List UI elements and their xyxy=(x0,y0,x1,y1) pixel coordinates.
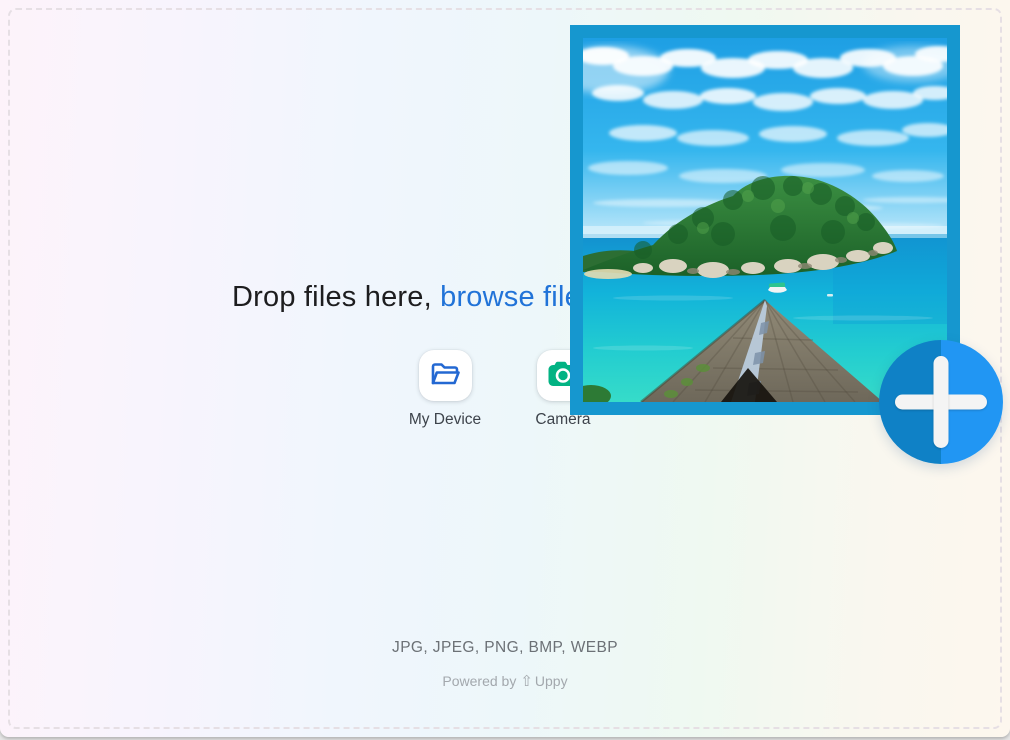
my-device-label: My Device xyxy=(409,411,481,429)
source-my-device: My Device xyxy=(390,350,500,429)
folder-icon xyxy=(428,360,462,391)
file-uploader-dropzone[interactable]: Drop files here, browse files My Device xyxy=(0,0,1010,737)
add-more-files-button[interactable] xyxy=(879,340,1003,464)
plus-icon xyxy=(879,340,1003,464)
powered-by-label: Powered by xyxy=(442,673,516,689)
uppy-logo-icon: ⇧ xyxy=(520,673,533,690)
my-device-button[interactable] xyxy=(419,350,472,401)
uppy-brand-name: Uppy xyxy=(535,673,568,689)
accepted-formats-note: JPG, JPEG, PNG, BMP, WEBP xyxy=(0,639,1010,657)
drop-prompt: Drop files here, browse files xyxy=(232,281,596,314)
powered-by-uppy: Powered by⇧Uppy xyxy=(0,672,1010,690)
drop-prompt-text: Drop files here, xyxy=(232,281,440,313)
